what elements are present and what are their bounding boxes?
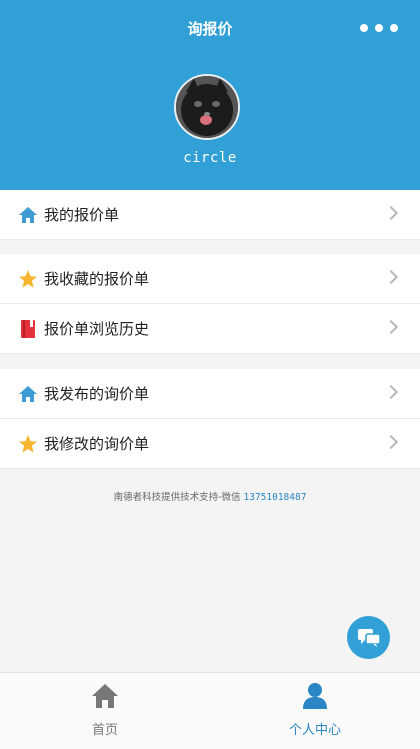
home-icon <box>18 384 38 404</box>
menu-item-label: 我的报价单 <box>44 206 120 224</box>
support-text: 南德者科技提供技术支持-微信 <box>113 492 244 503</box>
menu-item-label: 我修改的询价单 <box>44 435 150 453</box>
star-icon <box>18 434 38 454</box>
menu-item-favorite-quotes[interactable]: 我收藏的报价单 <box>0 254 420 304</box>
menu-group-2: 我收藏的报价单 报价单浏览历史 <box>0 254 420 354</box>
menu-item-my-quotes[interactable]: 我的报价单 <box>0 190 420 240</box>
tab-home-label: 首页 <box>91 723 118 738</box>
menu-item-quote-history[interactable]: 报价单浏览历史 <box>0 304 420 354</box>
tab-bar: 首页 个人中心 <box>0 672 420 749</box>
more-dots-icon[interactable] <box>360 20 398 36</box>
chat-button[interactable] <box>347 616 390 659</box>
home-icon <box>18 205 38 225</box>
support-footer: 南德者科技提供技术支持-微信 13751018487 <box>0 489 420 503</box>
username: circle <box>183 150 237 166</box>
chevron-right-icon <box>383 319 399 335</box>
menu-item-label: 我发布的询价单 <box>44 385 150 403</box>
page-title: 询报价 <box>187 20 233 38</box>
menu-item-label: 我收藏的报价单 <box>44 270 150 288</box>
support-phone: 13751018487 <box>243 492 307 503</box>
chevron-right-icon <box>383 269 399 285</box>
menu-group-3: 我发布的询价单 我修改的询价单 <box>0 369 420 469</box>
chevron-right-icon <box>383 384 399 400</box>
user-icon <box>303 683 327 709</box>
tab-profile-label: 个人中心 <box>288 723 341 738</box>
home-icon <box>92 684 118 708</box>
header: 询报价 circle <box>0 0 420 190</box>
chevron-right-icon <box>383 434 399 450</box>
menu-item-modified-inquiries[interactable]: 我修改的询价单 <box>0 419 420 469</box>
tab-home[interactable]: 首页 <box>0 681 210 738</box>
cat-avatar-icon <box>176 76 238 138</box>
menu-item-label: 报价单浏览历史 <box>44 320 150 338</box>
chevron-right-icon <box>383 205 399 221</box>
menu-group-1: 我的报价单 <box>0 190 420 240</box>
chat-bubble-icon <box>357 628 381 647</box>
avatar[interactable] <box>174 74 240 140</box>
star-icon <box>18 269 38 289</box>
tab-profile[interactable]: 个人中心 <box>210 681 420 738</box>
book-icon <box>18 319 38 339</box>
menu-item-published-inquiries[interactable]: 我发布的询价单 <box>0 369 420 419</box>
